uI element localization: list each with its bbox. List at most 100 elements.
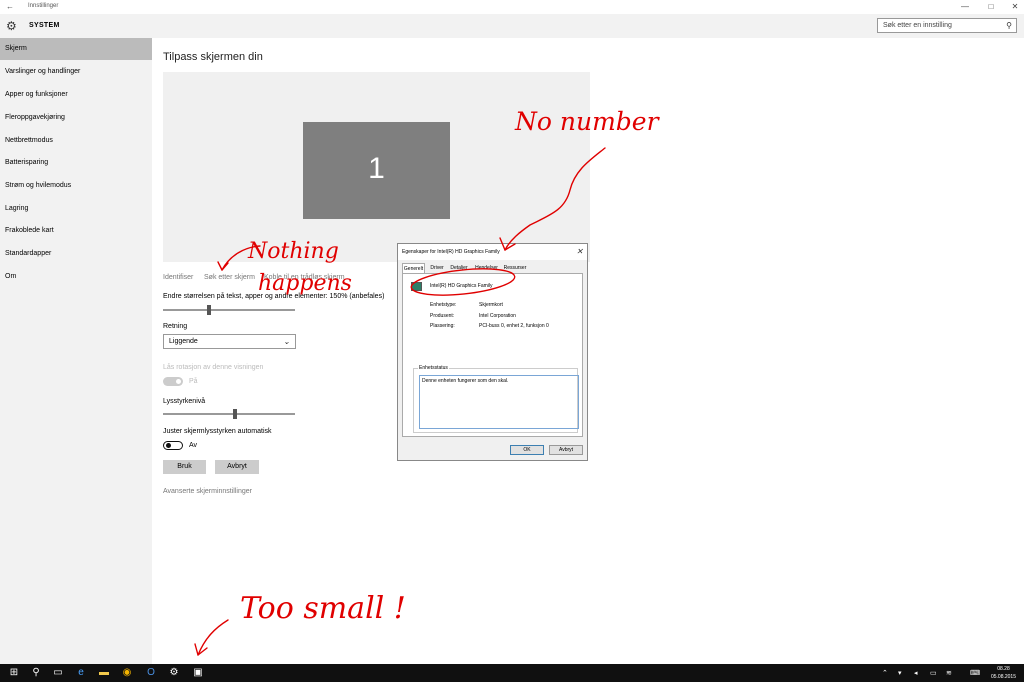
task-view-icon[interactable]: ▭	[52, 667, 64, 679]
sidebar-item-label: Batterisparing	[5, 159, 49, 166]
file-explorer-icon[interactable]: ▬	[98, 667, 110, 679]
sidebar-item-label: Varslinger og handlinger	[5, 68, 81, 75]
monitor-number: 1	[368, 152, 385, 185]
property-value: PCI-buss 0, enhet 2, funksjon 0	[479, 323, 549, 329]
sidebar-item-label: Om	[5, 273, 17, 280]
device-manager-icon[interactable]: ▣	[192, 667, 204, 679]
taskbar: ⊞ ⚲ ▭ e ▬ ◉ O ⚙ ▣ ⌃ ▾ ◂ ▭ ≋ ⌨ 08.28 05.0…	[0, 664, 1024, 682]
clock-time: 08.28	[997, 666, 1010, 672]
display-adapter-icon	[411, 282, 422, 291]
sidebar-item-notifications[interactable]: Varslinger og handlinger	[0, 61, 152, 83]
close-icon[interactable]: ✕	[1008, 2, 1022, 11]
dialog-ok-button[interactable]: OK	[510, 445, 544, 455]
search-placeholder: Søk etter en innstilling	[883, 22, 952, 29]
detect-link[interactable]: Søk etter skjerm	[204, 274, 255, 281]
display-preview: 1	[163, 72, 590, 262]
sidebar-item-label: Nettbrettmodus	[5, 137, 53, 144]
search-input[interactable]: Søk etter en innstilling ⚲	[877, 18, 1017, 33]
device-status-label: Enhetsstatus	[418, 365, 449, 371]
sidebar-item-apps[interactable]: Apper og funksjoner	[0, 84, 152, 106]
section-title: SYSTEM	[29, 22, 60, 29]
scale-slider-thumb[interactable]	[207, 305, 211, 315]
dialog-close-icon[interactable]: ✕	[576, 247, 583, 256]
sidebar-item-tablet-mode[interactable]: Nettbrettmodus	[0, 130, 152, 152]
search-icon[interactable]: ⚲	[30, 667, 42, 679]
window-title: Innstillinger	[28, 3, 59, 9]
rotation-lock-toggle	[163, 377, 183, 386]
scale-slider[interactable]	[163, 305, 295, 315]
tray-chevron-up-icon[interactable]: ⌃	[882, 669, 888, 677]
sidebar-item-about[interactable]: Om	[0, 266, 152, 288]
tab-details[interactable]: Detaljer	[448, 263, 470, 273]
sidebar: Skjerm Varslinger og handlinger Apper og…	[0, 38, 152, 664]
clock-date: 05.08.2015	[990, 674, 1016, 680]
property-key: Enhetstype:	[430, 302, 457, 308]
auto-brightness-toggle[interactable]	[163, 441, 183, 450]
dialog-title: Egenskaper for Intel(R) HD Graphics Fami…	[402, 249, 500, 255]
search-icon[interactable]: ⚲	[1006, 21, 1012, 30]
identify-link[interactable]: Identifiser	[163, 274, 193, 281]
sidebar-item-label: Fleroppgavekjøring	[5, 114, 65, 121]
tab-driver[interactable]: Driver	[428, 263, 446, 273]
outlook-icon[interactable]: O	[145, 667, 157, 679]
maximize-icon[interactable]: □	[984, 2, 998, 11]
auto-brightness-label: Juster skjermlysstyrken automatisk	[163, 428, 272, 435]
title-bar: ← Innstillinger — □ ✕	[0, 0, 1024, 14]
sidebar-item-label: Skjerm	[5, 45, 27, 52]
property-key: Plassering:	[430, 323, 455, 329]
sidebar-item-multitasking[interactable]: Fleroppgavekjøring	[0, 107, 152, 129]
sidebar-item-label: Lagring	[5, 205, 29, 212]
scale-label: Endre størrelsen på tekst, apper og andr…	[163, 293, 385, 300]
sidebar-item-default-apps[interactable]: Standardapper	[0, 243, 152, 265]
tray-wifi-icon[interactable]: ≋	[946, 669, 952, 677]
tray-battery-icon[interactable]: ▭	[930, 669, 937, 677]
apply-button[interactable]: Bruk	[163, 460, 206, 474]
tab-general[interactable]: Generelt	[402, 263, 425, 273]
brightness-slider-thumb[interactable]	[233, 409, 237, 419]
device-status-text[interactable]: Denne enheten fungerer som den skal.	[419, 375, 579, 429]
auto-brightness-state: Av	[189, 442, 198, 449]
chrome-icon[interactable]: ◉	[121, 667, 133, 679]
tray-network-icon[interactable]: ▾	[898, 669, 902, 677]
brightness-label: Lysstyrkenivå	[163, 398, 206, 405]
orientation-value: Liggende	[169, 338, 198, 345]
sidebar-item-offline-maps[interactable]: Frakoblede kart	[0, 220, 152, 242]
gear-icon: ⚙	[6, 19, 17, 33]
sidebar-item-battery-saver[interactable]: Batterisparing	[0, 152, 152, 174]
tab-resources[interactable]: Ressurser	[502, 263, 528, 273]
device-name: Intel(R) HD Graphics Family	[430, 283, 493, 289]
brightness-slider[interactable]	[163, 409, 295, 419]
sidebar-item-power-sleep[interactable]: Strøm og hvilemodus	[0, 175, 152, 197]
device-status-group: Enhetsstatus Denne enheten fungerer som …	[413, 365, 579, 433]
main-content: Tilpass skjermen din 1 Identifiser Søk e…	[152, 38, 1024, 664]
edge-icon[interactable]: e	[75, 667, 87, 679]
monitor-tile[interactable]: 1	[303, 122, 450, 219]
property-key: Produsent:	[430, 313, 455, 319]
orientation-dropdown[interactable]: Liggende ⌄	[163, 334, 296, 349]
property-value: Intel Corporation	[479, 313, 516, 319]
advanced-settings-link[interactable]: Avanserte skjerminnstillinger	[163, 488, 252, 495]
dialog-general-panel: Intel(R) HD Graphics Family Enhetstype: …	[402, 273, 583, 437]
tab-events[interactable]: Hendelser	[473, 263, 500, 273]
tray-keyboard-icon[interactable]: ⌨	[970, 669, 980, 677]
settings-gear-icon[interactable]: ⚙	[168, 667, 180, 679]
start-icon[interactable]: ⊞	[8, 667, 20, 679]
tray-volume-icon[interactable]: ◂	[914, 669, 918, 677]
rotation-lock-label: Lås rotasjon av denne visningen	[163, 364, 264, 371]
taskbar-clock[interactable]: 08.28 05.08.2015	[991, 665, 1016, 681]
dialog-cancel-button[interactable]: Avbryt	[549, 445, 583, 455]
connect-wireless-link[interactable]: Koble til en trådløs skjerm	[264, 274, 345, 281]
page-title: Tilpass skjermen din	[163, 51, 263, 63]
back-arrow-icon[interactable]: ←	[6, 2, 14, 11]
dialog-title-bar: Egenskaper for Intel(R) HD Graphics Fami…	[398, 244, 587, 260]
sidebar-item-storage[interactable]: Lagring	[0, 198, 152, 220]
settings-header: ⚙ SYSTEM Søk etter en innstilling ⚲	[0, 14, 1024, 38]
minimize-icon[interactable]: —	[958, 2, 972, 11]
sidebar-item-label: Apper og funksjoner	[5, 91, 68, 98]
device-properties-dialog: Egenskaper for Intel(R) HD Graphics Fami…	[397, 243, 588, 461]
sidebar-item-skjerm[interactable]: Skjerm	[0, 38, 152, 60]
sidebar-item-label: Strøm og hvilemodus	[5, 182, 72, 189]
property-value: Skjermkort	[479, 302, 503, 308]
rotation-lock-state: På	[189, 378, 198, 385]
cancel-button[interactable]: Avbryt	[215, 460, 259, 474]
